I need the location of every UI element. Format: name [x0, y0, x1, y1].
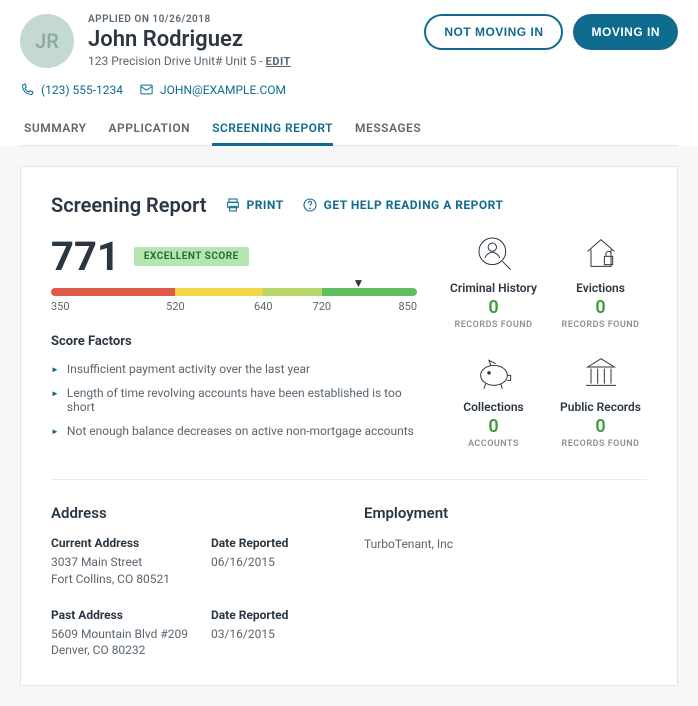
- score-gauge: ▼ 350 520 640 720 850: [51, 288, 417, 314]
- email-link[interactable]: JOHN@EXAMPLE.COM: [139, 82, 286, 97]
- list-item: Insufficient payment activity over the l…: [51, 357, 417, 381]
- email-icon: [139, 82, 154, 97]
- tab-summary[interactable]: SUMMARY: [24, 113, 87, 146]
- past-address-label: Past Address: [51, 608, 211, 622]
- list-item: Length of time revolving accounts have b…: [51, 381, 417, 419]
- piggy-bank-icon: [474, 352, 514, 392]
- tick-720: 720: [313, 300, 332, 313]
- tab-screening-report[interactable]: SCREENING REPORT: [212, 113, 333, 146]
- score-badge: EXCELLENT SCORE: [134, 247, 249, 266]
- address-title: Address: [51, 504, 334, 522]
- criminal-history-block: Criminal History 0 RECORDS FOUND: [447, 233, 540, 330]
- tick-520: 520: [166, 300, 185, 313]
- score-factors-list: Insufficient payment activity over the l…: [51, 357, 417, 443]
- score-factors-title: Score Factors: [51, 334, 417, 349]
- divider: [51, 479, 647, 480]
- date-reported-label: Date Reported: [211, 536, 334, 550]
- tick-350: 350: [51, 300, 70, 313]
- courthouse-icon: [581, 352, 621, 392]
- tab-application[interactable]: APPLICATION: [109, 113, 191, 146]
- employment-title: Employment: [364, 504, 647, 522]
- date-reported-label: Date Reported: [211, 608, 334, 622]
- current-address-label: Current Address: [51, 536, 211, 550]
- applicant-address: 123 Precision Drive Unit# Unit 5 - EDIT: [88, 54, 410, 68]
- tick-640: 640: [254, 300, 273, 313]
- address-section: Address Current Address 3037 Main Street…: [51, 504, 334, 659]
- house-lock-icon: [581, 233, 621, 273]
- evictions-block: Evictions 0 RECORDS FOUND: [554, 233, 647, 330]
- list-item: Not enough balance decreases on active n…: [51, 419, 417, 443]
- collections-block: Collections 0 ACCOUNTS: [447, 352, 540, 449]
- print-button[interactable]: PRINT: [225, 197, 284, 213]
- screening-report-card: Screening Report PRINT GET HELP READING …: [20, 166, 678, 686]
- employment-section: Employment TurboTenant, Inc: [364, 504, 647, 659]
- applicant-name: John Rodriguez: [88, 27, 410, 52]
- tab-messages[interactable]: MESSAGES: [355, 113, 421, 146]
- report-title: Screening Report: [51, 193, 207, 217]
- applicant-header: JR APPLIED ON 10/26/2018 John Rodriguez …: [0, 0, 698, 146]
- not-moving-in-button[interactable]: NOT MOVING IN: [424, 14, 563, 50]
- print-icon: [225, 197, 241, 213]
- score-marker-icon: ▼: [352, 276, 364, 290]
- employer-name: TurboTenant, Inc: [364, 536, 647, 553]
- moving-in-button[interactable]: MOVING IN: [573, 14, 678, 50]
- credit-score: 771: [51, 233, 120, 280]
- help-button[interactable]: GET HELP READING A REPORT: [302, 197, 504, 213]
- person-search-icon: [474, 233, 514, 273]
- phone-link[interactable]: (123) 555-1234: [20, 82, 123, 97]
- help-icon: [302, 197, 318, 213]
- applied-date: APPLIED ON 10/26/2018: [88, 14, 410, 25]
- avatar: JR: [20, 14, 74, 68]
- edit-link[interactable]: EDIT: [266, 55, 291, 68]
- tabs: SUMMARY APPLICATION SCREENING REPORT MES…: [20, 113, 678, 146]
- records-grid: Criminal History 0 RECORDS FOUND Evictio…: [447, 233, 647, 449]
- phone-icon: [20, 82, 35, 97]
- tick-850: 850: [398, 300, 417, 313]
- public-records-block: Public Records 0 RECORDS FOUND: [554, 352, 647, 449]
